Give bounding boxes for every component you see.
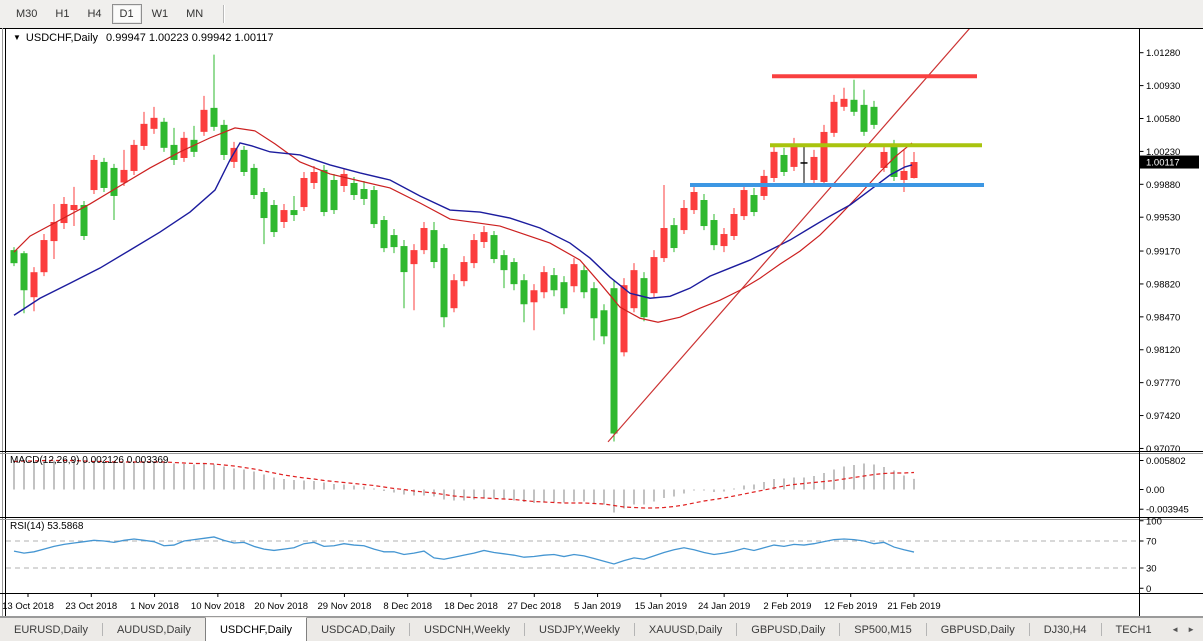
- price-tick-label: 0.97420: [1146, 411, 1180, 422]
- chart-canvas[interactable]: 1.012801.009301.005801.002300.998800.995…: [0, 0, 1203, 641]
- date-tick-label: 29 Nov 2018: [317, 601, 371, 612]
- chart-tab-xauusd-6[interactable]: XAUUSD,Daily: [635, 618, 736, 641]
- timeframe-button-w1[interactable]: W1: [144, 4, 177, 24]
- date-tick-label: 2 Feb 2019: [763, 601, 811, 612]
- chart-tab-gbpusd-7[interactable]: GBPUSD,Daily: [737, 618, 839, 641]
- application-window: 1.01280 1.00930 1.00580 1.00230 0.99880 0.995…: [0, 0, 1203, 641]
- chart-tab-usdjpy-5[interactable]: USDJPY,Weekly: [525, 618, 634, 641]
- timeframe-button-m30[interactable]: M30: [8, 4, 45, 24]
- timeframe-button-h4[interactable]: H4: [79, 4, 109, 24]
- timeframe-button-h1[interactable]: H1: [47, 4, 77, 24]
- chart-tab-bar: EURUSD,Daily AUDUSD,Daily USDCHF,Daily USDC…: [0, 617, 1203, 641]
- price-tick-label: 0.98120: [1146, 345, 1180, 356]
- rsi-name: RSI(14): [10, 521, 45, 532]
- chart-tab-audusd-1[interactable]: AUDUSD,Daily: [103, 618, 205, 641]
- date-tick-label: 23 Oct 2018: [65, 601, 117, 612]
- rsi-value: 53.5868: [47, 521, 84, 532]
- price-tick-label: 1.00930: [1146, 81, 1180, 92]
- chart-tab-dj30-10[interactable]: DJ30,H4: [1030, 618, 1101, 641]
- date-tick-label: 8 Dec 2018: [383, 601, 432, 612]
- date-tick-label: 18 Dec 2018: [444, 601, 498, 612]
- date-tick-label: 12 Feb 2019: [824, 601, 877, 612]
- date-tick-label: 5 Jan 2019: [574, 601, 621, 612]
- price-tick-label: 0.98470: [1146, 312, 1180, 323]
- chart-dropdown-icon[interactable]: ▼: [13, 33, 21, 42]
- macd-tick-label: -0.003945: [1146, 505, 1189, 516]
- ohlc-low: 0.99942: [191, 32, 232, 44]
- macd-name: MACD(12,26,9): [10, 455, 80, 466]
- symbol-period-label: USDCHF,Daily: [25, 32, 99, 44]
- chart-tab-usdcnh-4[interactable]: USDCNH,Weekly: [410, 618, 524, 641]
- chart-tab-sp500-8[interactable]: SP500,M15: [840, 618, 925, 641]
- rsi-tick-label: 70: [1146, 537, 1157, 548]
- ohlc-open: 0.99947: [106, 32, 146, 44]
- tab-scroll-left-icon[interactable]: ◄: [1167, 623, 1183, 636]
- tab-scroll-right-icon[interactable]: ►: [1183, 623, 1199, 636]
- chart-tab-gbpusd-9[interactable]: GBPUSD,Daily: [927, 618, 1029, 641]
- date-tick-label: 10 Nov 2018: [191, 601, 245, 612]
- rsi-tick-label: 0: [1146, 584, 1151, 595]
- price-tick-label: 0.98820: [1146, 279, 1180, 290]
- chart-tab-usdcad-3[interactable]: USDCAD,Daily: [307, 618, 409, 641]
- date-tick-label: 1 Nov 2018: [130, 601, 179, 612]
- chart-tab-eurusd-0[interactable]: EURUSD,Daily: [0, 618, 102, 641]
- price-tick-label: 0.99170: [1146, 247, 1180, 258]
- chart-tab-usdchf-2[interactable]: USDCHF,Daily: [204, 617, 308, 641]
- svg-text:1.00117: 1.00117: [1146, 158, 1180, 169]
- price-tick-label: 1.00580: [1146, 114, 1180, 125]
- ohlc-high: 1.00223: [148, 32, 189, 44]
- macd-tick-label: 0.005802: [1146, 456, 1186, 467]
- macd-signal-value: 0.003369: [126, 455, 169, 466]
- date-tick-label: 20 Nov 2018: [254, 601, 308, 612]
- macd-value: 0.002126: [82, 455, 124, 466]
- rsi-tick-label: 100: [1146, 516, 1162, 527]
- date-tick-label: 21 Feb 2019: [887, 601, 940, 612]
- price-tick-label: 0.97070: [1146, 444, 1180, 455]
- ohlc-close: 1.00117: [234, 32, 274, 44]
- timeframe-toolbar: M30 H1 H4 D1 W1 MN: [0, 0, 1203, 28]
- date-tick-label: 15 Jan 2019: [635, 601, 687, 612]
- date-tick-label: 13 Oct 2018: [2, 601, 54, 612]
- price-tick-label: 0.99530: [1146, 213, 1180, 224]
- price-tick-label: 0.97770: [1146, 378, 1180, 389]
- rsi-tick-label: 30: [1146, 564, 1157, 575]
- macd-indicator-label: MACD(12,26,9) 0.002126 0.003369: [10, 455, 168, 466]
- chart-tab-tech1-11[interactable]: TECH1: [1102, 618, 1166, 641]
- chart-title: ▼ USDCHF,Daily 0.99947 1.00223 0.99942 1.0…: [13, 32, 273, 44]
- price-tick-label: 0.99880: [1146, 180, 1180, 191]
- timeframe-button-mn[interactable]: MN: [178, 4, 211, 24]
- macd-tick-label: 0.00: [1146, 485, 1165, 496]
- timeframe-button-d1[interactable]: D1: [111, 4, 142, 24]
- toolbar-separator: [223, 5, 226, 23]
- current-price-tag: 1.00117: [1140, 155, 1199, 169]
- tab-scroll-arrows: ◄ ►: [1167, 618, 1203, 641]
- price-tick-label: 1.01280: [1146, 48, 1180, 59]
- date-tick-label: 27 Dec 2018: [507, 601, 561, 612]
- date-tick-label: 24 Jan 2019: [698, 601, 750, 612]
- rsi-indicator-label: RSI(14) 53.5868: [10, 521, 83, 532]
